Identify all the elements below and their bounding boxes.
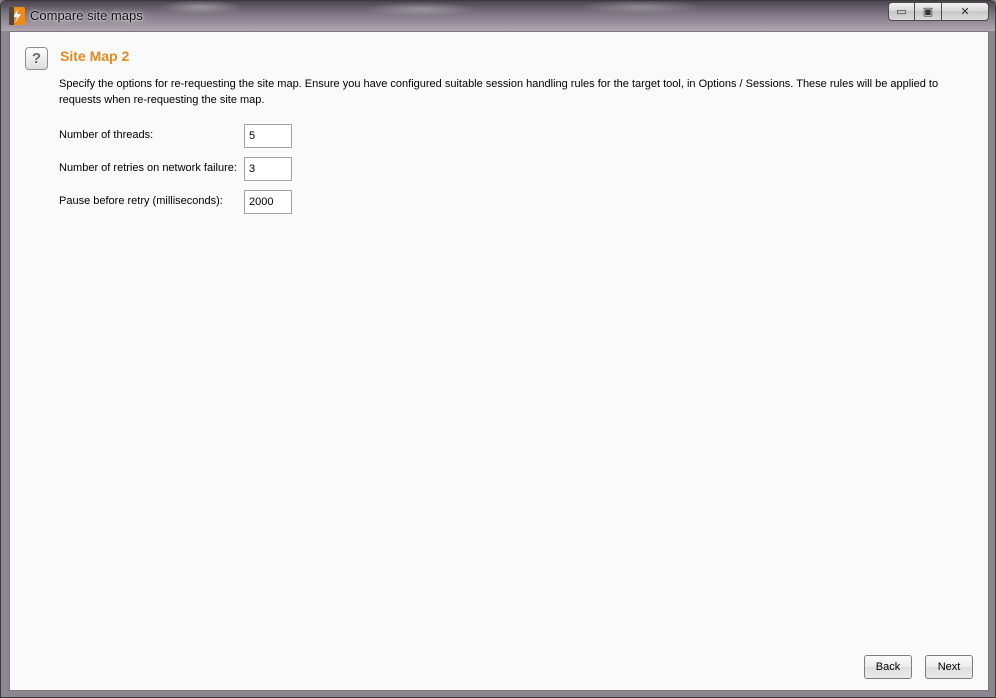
- retries-input[interactable]: [244, 157, 292, 181]
- window-controls: ▭ ▣ ✕: [888, 2, 989, 21]
- retries-label: Number of retries on network failure:: [59, 162, 237, 174]
- maximize-icon: ▣: [922, 6, 934, 18]
- dialog-window: Compare site maps ▭ ▣ ✕ ? Site Map 2 Spe…: [0, 0, 996, 698]
- minimize-icon: ▭: [896, 6, 907, 18]
- help-icon[interactable]: ?: [25, 47, 48, 70]
- pause-label: Pause before retry (milliseconds):: [59, 195, 223, 207]
- wizard-panel: ? Site Map 2 Specify the options for re-…: [9, 31, 989, 691]
- retries-row: Number of retries on network failure:: [59, 157, 359, 181]
- pause-input[interactable]: [244, 190, 292, 214]
- minimize-button[interactable]: ▭: [888, 2, 915, 21]
- threads-input[interactable]: [244, 124, 292, 148]
- help-glyph: ?: [31, 50, 42, 67]
- page-title: Site Map 2: [60, 48, 130, 64]
- next-button[interactable]: Next: [925, 655, 973, 679]
- title-bar[interactable]: Compare site maps ▭ ▣ ✕: [1, 1, 995, 31]
- page-description: Specify the options for re-requesting th…: [59, 78, 939, 106]
- burp-app-icon: [9, 7, 25, 25]
- pause-row: Pause before retry (milliseconds):: [59, 190, 359, 214]
- threads-row: Number of threads:: [59, 124, 359, 148]
- maximize-button[interactable]: ▣: [915, 2, 942, 21]
- close-icon: ✕: [960, 6, 970, 18]
- threads-label: Number of threads:: [59, 129, 154, 141]
- back-button[interactable]: Back: [864, 655, 912, 679]
- close-button[interactable]: ✕: [942, 2, 989, 21]
- window-title: Compare site maps: [30, 8, 143, 23]
